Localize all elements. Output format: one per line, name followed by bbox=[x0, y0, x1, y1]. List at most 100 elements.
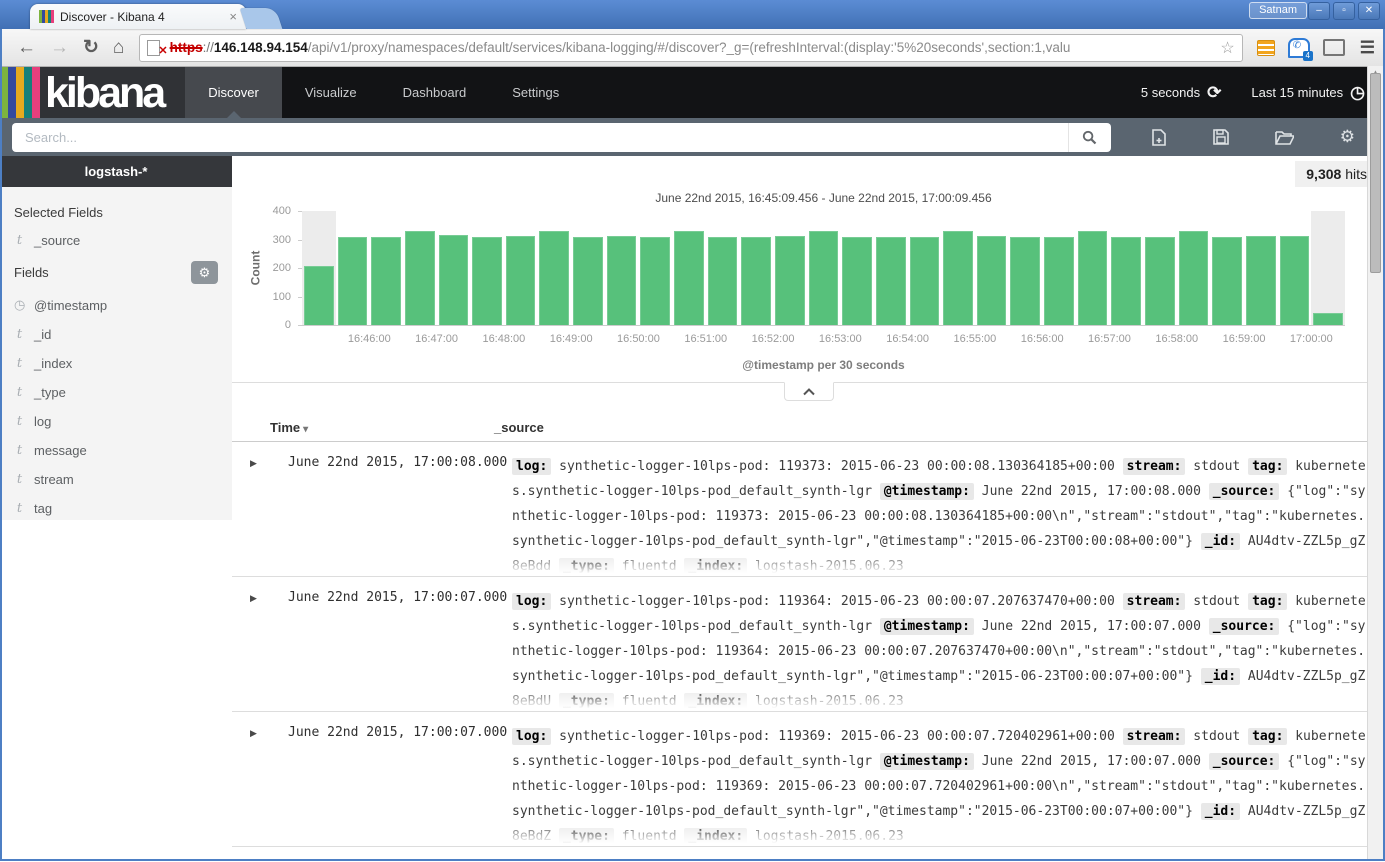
cast-extension-icon[interactable] bbox=[1323, 39, 1345, 56]
nav-tab-settings[interactable]: Settings bbox=[489, 67, 582, 118]
page-scrollbar[interactable]: ▲ bbox=[1367, 66, 1383, 859]
histogram-bar-slot[interactable] bbox=[403, 211, 437, 325]
field-item-message[interactable]: tmessage bbox=[0, 436, 232, 465]
histogram-bar-slot[interactable] bbox=[739, 211, 773, 325]
histogram-bar-slot[interactable] bbox=[1244, 211, 1278, 325]
histogram-bar-slot[interactable] bbox=[975, 211, 1009, 325]
histogram-bar-slot[interactable] bbox=[1109, 211, 1143, 325]
histogram-bar[interactable] bbox=[371, 237, 401, 325]
histogram-bar-slot[interactable] bbox=[1210, 211, 1244, 325]
histogram-bar[interactable] bbox=[1246, 236, 1276, 325]
histogram-bar[interactable] bbox=[472, 237, 502, 325]
histogram-bar[interactable] bbox=[1111, 237, 1141, 325]
histogram-bar-slot[interactable] bbox=[1177, 211, 1211, 325]
histogram-bar-slot[interactable] bbox=[1278, 211, 1312, 325]
expand-caret-icon[interactable]: ▶ bbox=[232, 724, 288, 846]
bookmark-star-icon[interactable]: ☆ bbox=[1220, 38, 1234, 58]
histogram-bar-slot[interactable] bbox=[840, 211, 874, 325]
histogram-bar[interactable] bbox=[1044, 237, 1074, 325]
back-button[interactable]: ← bbox=[17, 37, 36, 59]
histogram-bar-slot[interactable] bbox=[336, 211, 370, 325]
histogram-bar-slot[interactable] bbox=[672, 211, 706, 325]
histogram-bar-slot[interactable] bbox=[437, 211, 471, 325]
field-item-source[interactable]: t_source bbox=[0, 226, 232, 255]
histogram-bar-slot[interactable] bbox=[1042, 211, 1076, 325]
field-settings-gear-icon[interactable]: ⚙ bbox=[191, 261, 218, 284]
field-item-stream[interactable]: tstream bbox=[0, 465, 232, 494]
search-input[interactable] bbox=[12, 130, 1068, 145]
source-column-header[interactable]: _source bbox=[494, 420, 544, 435]
histogram-bar[interactable] bbox=[775, 236, 805, 325]
kibana-logo[interactable]: kibana bbox=[0, 67, 185, 118]
histogram-bar[interactable] bbox=[910, 237, 940, 325]
field-item-log[interactable]: tlog bbox=[0, 407, 232, 436]
histogram-bar[interactable] bbox=[1212, 237, 1242, 325]
histogram-bar-slot[interactable] bbox=[874, 211, 908, 325]
histogram-bar[interactable] bbox=[674, 231, 704, 325]
close-button[interactable]: ✕ bbox=[1358, 2, 1380, 20]
histogram-bar-slot[interactable] bbox=[504, 211, 538, 325]
histogram-bar-slot[interactable] bbox=[302, 211, 336, 325]
profile-button[interactable]: Satnam bbox=[1249, 2, 1307, 19]
reload-button[interactable]: ↻ bbox=[83, 36, 99, 59]
expand-caret-icon[interactable]: ▶ bbox=[232, 454, 288, 576]
hangouts-extension-icon[interactable]: ✆ 4 bbox=[1288, 38, 1310, 58]
open-search-icon[interactable] bbox=[1275, 130, 1294, 145]
nav-tab-visualize[interactable]: Visualize bbox=[282, 67, 380, 118]
field-item-index[interactable]: t_index bbox=[0, 349, 232, 378]
nav-tab-discover[interactable]: Discover bbox=[185, 67, 282, 118]
browser-tab[interactable]: Discover - Kibana 4 × bbox=[30, 4, 246, 29]
histogram-bar[interactable] bbox=[1179, 231, 1209, 325]
notes-extension-icon[interactable] bbox=[1257, 40, 1275, 56]
histogram-bar[interactable] bbox=[1313, 313, 1343, 325]
histogram-bar[interactable] bbox=[607, 236, 637, 325]
field-item-type[interactable]: t_type bbox=[0, 378, 232, 407]
histogram[interactable] bbox=[302, 211, 1345, 326]
histogram-bar[interactable] bbox=[1145, 237, 1175, 325]
nav-tab-dashboard[interactable]: Dashboard bbox=[380, 67, 490, 118]
histogram-bar-slot[interactable] bbox=[537, 211, 571, 325]
histogram-bar[interactable] bbox=[640, 237, 670, 325]
histogram-bar[interactable] bbox=[842, 237, 872, 325]
histogram-bar[interactable] bbox=[304, 266, 334, 325]
histogram-bar[interactable] bbox=[1078, 231, 1108, 325]
scrollbar-thumb[interactable] bbox=[1370, 73, 1381, 273]
histogram-bar-slot[interactable] bbox=[1143, 211, 1177, 325]
maximize-button[interactable]: ▫ bbox=[1333, 2, 1355, 20]
histogram-bar[interactable] bbox=[439, 235, 469, 325]
histogram-bar-slot[interactable] bbox=[470, 211, 504, 325]
new-search-icon[interactable] bbox=[1151, 129, 1167, 146]
histogram-bar-slot[interactable] bbox=[571, 211, 605, 325]
histogram-bar[interactable] bbox=[809, 231, 839, 325]
time-range-picker[interactable]: Last 15 minutes ◷ bbox=[1251, 83, 1365, 103]
histogram-bar[interactable] bbox=[573, 237, 603, 325]
histogram-bar[interactable] bbox=[977, 236, 1007, 325]
histogram-bar-slot[interactable] bbox=[807, 211, 841, 325]
histogram-bar[interactable] bbox=[338, 237, 368, 325]
histogram-bar[interactable] bbox=[405, 231, 435, 325]
tab-close-icon[interactable]: × bbox=[229, 9, 237, 24]
field-item-tag[interactable]: ttag bbox=[0, 494, 232, 523]
histogram-bar[interactable] bbox=[708, 237, 738, 325]
time-column-header[interactable]: Time▾ bbox=[270, 420, 494, 435]
histogram-bar-slot[interactable] bbox=[941, 211, 975, 325]
refresh-interval-picker[interactable]: 5 seconds ⟳ bbox=[1141, 83, 1222, 103]
histogram-bar[interactable] bbox=[539, 231, 569, 325]
histogram-bar[interactable] bbox=[1280, 236, 1310, 325]
histogram-bar-slot[interactable] bbox=[773, 211, 807, 325]
histogram-bar[interactable] bbox=[506, 236, 536, 325]
histogram-bar-slot[interactable] bbox=[369, 211, 403, 325]
home-button[interactable]: ⌂ bbox=[113, 37, 124, 59]
url-bar[interactable]: ✕ https :// 146.148.94.154 /api/v1/proxy… bbox=[139, 34, 1242, 62]
histogram-bar-slot[interactable] bbox=[638, 211, 672, 325]
field-item-timestamp[interactable]: ◷@timestamp bbox=[0, 290, 232, 320]
histogram-bar-slot[interactable] bbox=[706, 211, 740, 325]
histogram-bar-slot[interactable] bbox=[1311, 211, 1345, 325]
field-item-id[interactable]: t_id bbox=[0, 320, 232, 349]
histogram-bar[interactable] bbox=[943, 231, 973, 325]
browser-menu-icon[interactable]: ☰ bbox=[1360, 38, 1375, 58]
histogram-bar-slot[interactable] bbox=[605, 211, 639, 325]
histogram-bar[interactable] bbox=[1010, 237, 1040, 325]
histogram-bar[interactable] bbox=[876, 237, 906, 325]
expand-caret-icon[interactable]: ▶ bbox=[232, 589, 288, 711]
